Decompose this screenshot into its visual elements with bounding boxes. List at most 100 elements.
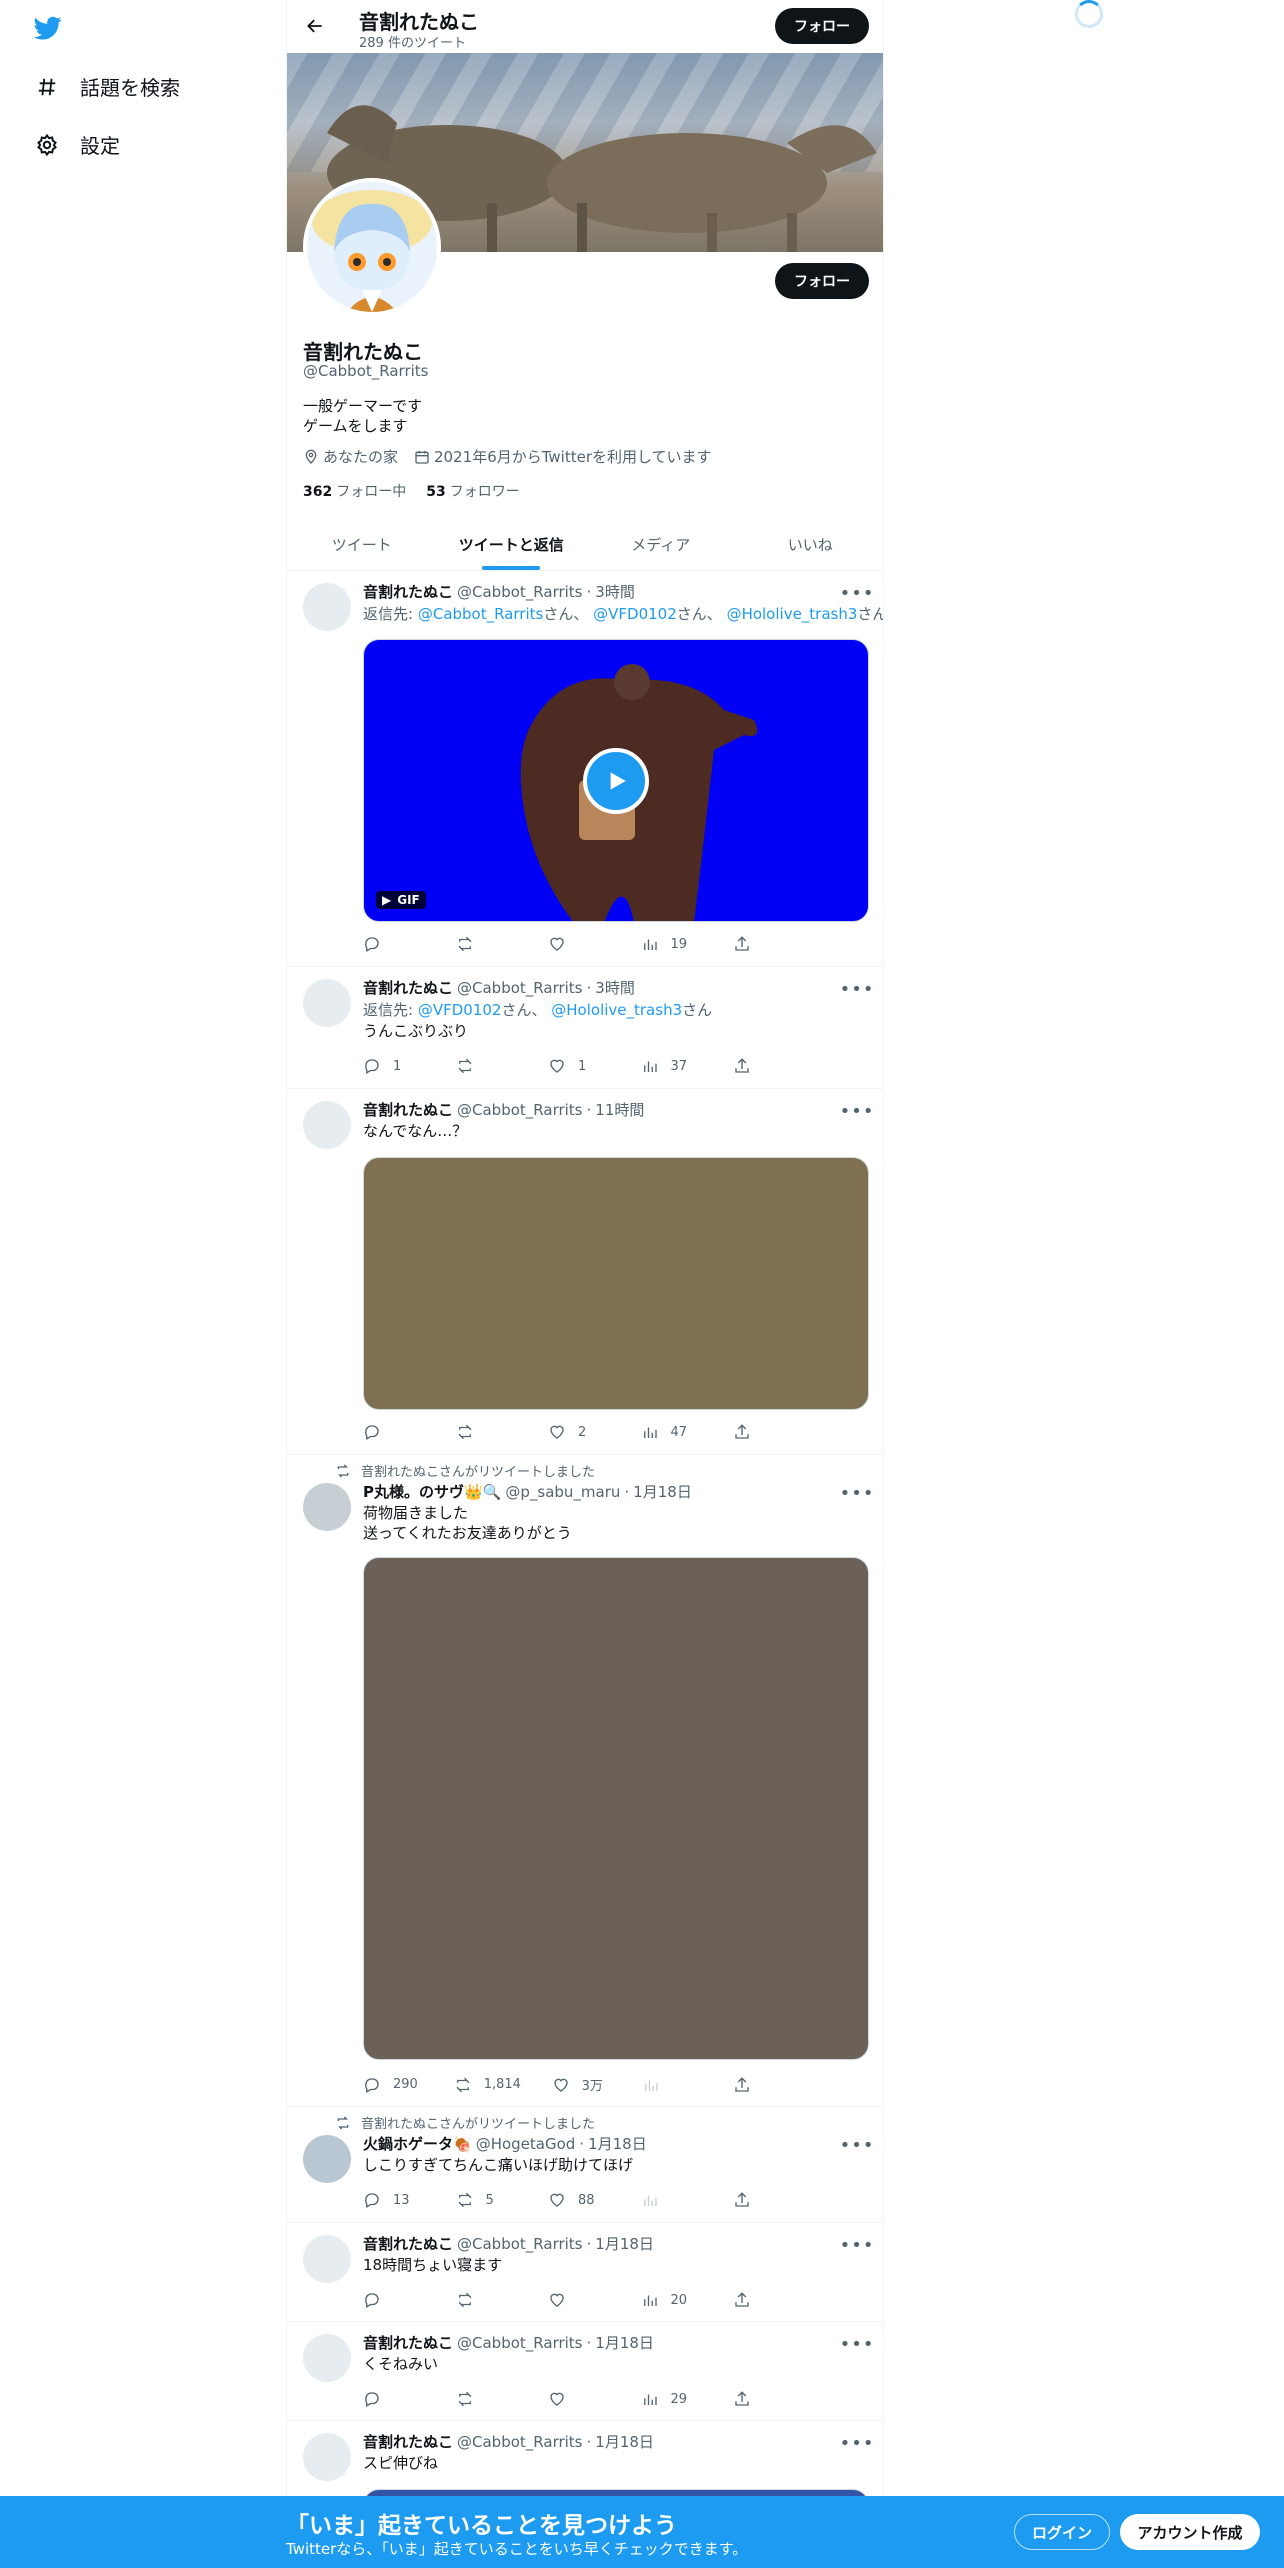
reply-mention[interactable]: @Hololive_trash3 [727, 605, 858, 623]
following-link[interactable]: 362 フォロー中 [303, 481, 406, 501]
tab-tweets-and-replies[interactable]: ツイートと返信 [437, 518, 587, 570]
tweet-author-name[interactable]: 音割れたぬこ [363, 581, 453, 602]
retweet-action[interactable] [456, 2390, 516, 2408]
tweet-author-handle[interactable]: @Cabbot_Rarrits [457, 583, 583, 601]
tweet[interactable]: 音割れたぬこさんがリツイートしました 火鍋ホゲータ🍖 @HogetaGod · … [287, 2107, 883, 2223]
tab-likes[interactable]: いいね [736, 518, 884, 570]
more-options-icon[interactable]: ••• [840, 1101, 874, 1122]
tweet[interactable]: 音割れたぬこ @Cabbot_Rarrits · 1月18日 ••• 18時間ち… [287, 2223, 883, 2322]
avatar[interactable] [303, 1101, 351, 1149]
retweet-action[interactable] [456, 935, 516, 953]
nav-settings[interactable]: 設定 [34, 130, 120, 159]
tweet-author-name[interactable]: 音割れたぬこ [363, 2233, 453, 2254]
views-action[interactable]: 19 [641, 935, 701, 953]
views-action[interactable]: 47 [641, 1423, 701, 1441]
tweet-gif-media[interactable]: ▶ GIF [363, 639, 869, 922]
tweet-time[interactable]: 1月18日 [595, 2332, 654, 2353]
tweet-author-handle[interactable]: @Cabbot_Rarrits [457, 2433, 583, 2451]
tweet-author-handle[interactable]: @Cabbot_Rarrits [457, 1101, 583, 1119]
signup-button[interactable]: アカウント作成 [1120, 2514, 1260, 2550]
like-action[interactable]: 2 [548, 1423, 608, 1441]
avatar[interactable] [303, 2334, 351, 2382]
more-options-icon[interactable]: ••• [840, 2135, 874, 2156]
more-options-icon[interactable]: ••• [840, 2433, 874, 2454]
views-action[interactable] [641, 2191, 701, 2209]
reply-action[interactable]: 290 [363, 2076, 423, 2094]
retweet-action[interactable]: 5 [456, 2191, 516, 2209]
views-action[interactable] [642, 2076, 702, 2094]
share-action[interactable] [733, 2076, 793, 2094]
play-button[interactable] [583, 747, 649, 814]
avatar[interactable] [303, 2235, 351, 2283]
reply-mention[interactable]: @VFD0102 [418, 1001, 502, 1019]
retweet-action[interactable] [456, 1423, 516, 1441]
twitter-logo-icon[interactable] [32, 14, 64, 42]
reply-mention[interactable]: @VFD0102 [593, 605, 677, 623]
tweet-image[interactable] [363, 1557, 869, 2060]
more-options-icon[interactable]: ••• [840, 979, 874, 1000]
tweet-author-name[interactable]: 火鍋ホゲータ🍖 [363, 2133, 472, 2154]
nav-explore[interactable]: 話題を検索 [34, 72, 180, 101]
reply-action[interactable]: 1 [363, 1057, 423, 1075]
tweet-author-handle[interactable]: @Cabbot_Rarrits [457, 2235, 583, 2253]
share-action[interactable] [733, 1057, 793, 1075]
tweet-time[interactable]: 1月18日 [595, 2431, 654, 2452]
tweet-author-handle[interactable]: @Cabbot_Rarrits [457, 979, 583, 997]
followers-link[interactable]: 53 フォロワー [426, 481, 519, 501]
tweet-time[interactable]: 1月18日 [588, 2133, 647, 2154]
like-action[interactable]: 88 [548, 2191, 608, 2209]
views-action[interactable]: 29 [641, 2390, 701, 2408]
more-options-icon[interactable]: ••• [840, 583, 874, 604]
like-action[interactable]: 3万 [552, 2075, 612, 2094]
tweet-author-name[interactable]: 音割れたぬこ [363, 977, 453, 998]
tweet-author-handle[interactable]: @Cabbot_Rarrits [457, 2334, 583, 2352]
reply-action[interactable] [363, 2291, 423, 2309]
tweet-time[interactable]: 3時間 [595, 977, 635, 998]
tweet-time[interactable]: 3時間 [595, 581, 635, 602]
like-action[interactable] [548, 935, 608, 953]
like-action[interactable] [548, 2390, 608, 2408]
tweet[interactable]: 音割れたぬこ @Cabbot_Rarrits · 3時間 ••• 返信先: @C… [287, 571, 883, 967]
tweet-time[interactable]: 11時間 [595, 1099, 644, 1120]
tweet[interactable]: 音割れたぬこ @Cabbot_Rarrits · 1月18日 ••• くそねみい… [287, 2322, 883, 2421]
tweet-author-handle[interactable]: @HogetaGod [476, 2135, 576, 2153]
header-follow-button[interactable]: フォロー [775, 8, 869, 44]
tweet-time[interactable]: 1月18日 [633, 1481, 692, 1502]
tweet-author-name[interactable]: 音割れたぬこ [363, 1099, 453, 1120]
reply-mention[interactable]: @Cabbot_Rarrits [418, 605, 544, 623]
avatar[interactable] [303, 1483, 351, 1531]
tweet-author-handle[interactable]: @p_sabu_maru [505, 1483, 620, 1501]
retweeted-by-text[interactable]: 音割れたぬこさんがリツイートしました [361, 2113, 595, 2132]
tweet[interactable]: 音割れたぬこさんがリツイートしました P丸様。のサヴ👑🔍 @p_sabu_mar… [287, 1455, 883, 2107]
profile-follow-button[interactable]: フォロー [775, 263, 869, 299]
share-action[interactable] [733, 935, 793, 953]
back-arrow-icon[interactable] [301, 12, 329, 40]
tab-tweets[interactable]: ツイート [287, 518, 437, 570]
more-options-icon[interactable]: ••• [840, 2334, 874, 2355]
avatar[interactable] [303, 2433, 351, 2481]
more-options-icon[interactable]: ••• [840, 2235, 874, 2256]
share-action[interactable] [733, 1423, 793, 1441]
tweet-image[interactable] [363, 1157, 869, 1410]
avatar[interactable] [303, 583, 351, 631]
share-action[interactable] [733, 2291, 793, 2309]
like-action[interactable]: 1 [548, 1057, 608, 1075]
more-options-icon[interactable]: ••• [840, 1483, 874, 1504]
retweet-action[interactable] [456, 1057, 516, 1075]
reply-mention[interactable]: @Hololive_trash3 [551, 1001, 682, 1019]
views-action[interactable]: 20 [641, 2291, 701, 2309]
reply-action[interactable]: 13 [363, 2191, 423, 2209]
tweet-time[interactable]: 1月18日 [595, 2233, 654, 2254]
tweet[interactable]: 音割れたぬこ @Cabbot_Rarrits · 11時間 ••• なんでなん…… [287, 1089, 883, 1455]
views-action[interactable]: 37 [641, 1057, 701, 1075]
profile-avatar[interactable] [303, 178, 441, 316]
tweet-author-name[interactable]: 音割れたぬこ [363, 2332, 453, 2353]
reply-action[interactable] [363, 1423, 423, 1441]
login-button[interactable]: ログイン [1014, 2514, 1110, 2550]
reply-action[interactable] [363, 935, 423, 953]
share-action[interactable] [733, 2191, 793, 2209]
avatar[interactable] [303, 979, 351, 1027]
tweet-author-name[interactable]: P丸様。のサヴ👑🔍 [363, 1481, 501, 1502]
retweet-action[interactable]: 1,814 [454, 2076, 521, 2094]
share-action[interactable] [733, 2390, 793, 2408]
